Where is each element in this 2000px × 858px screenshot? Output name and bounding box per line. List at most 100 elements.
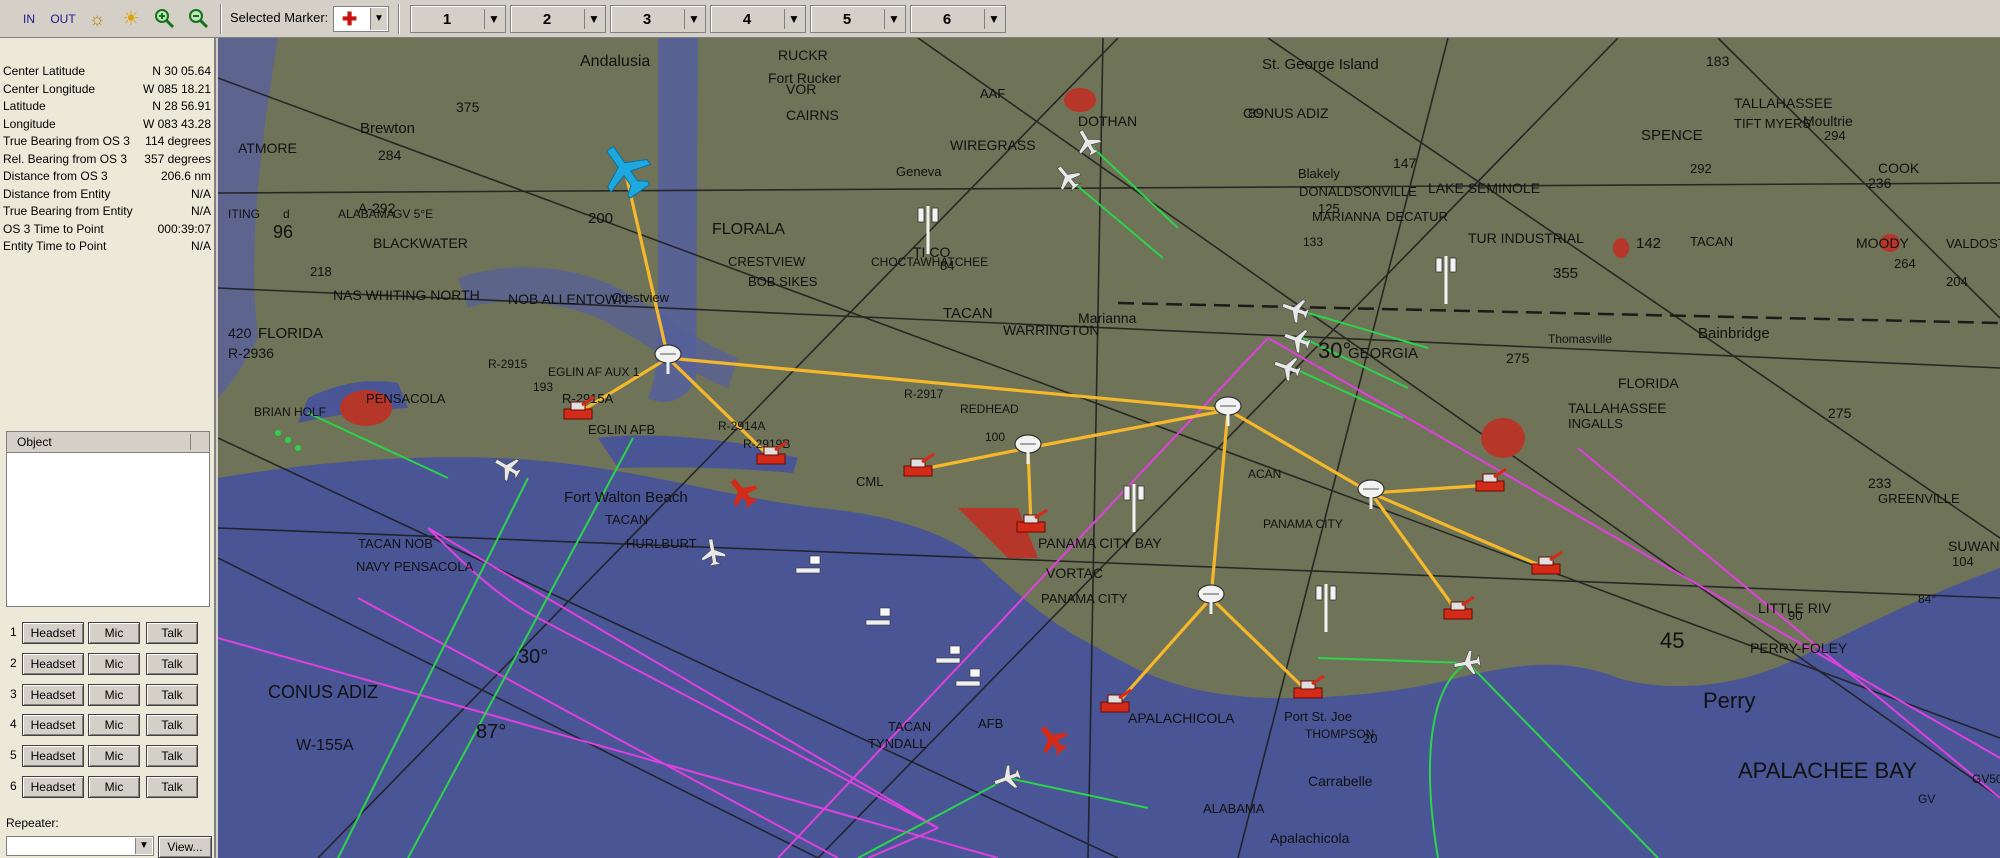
info-row: Center Longitude W 085 18.21 — [3, 82, 211, 99]
mic-button[interactable]: Mic — [88, 714, 140, 737]
map-label: DECATUR — [1386, 209, 1448, 224]
info-label: Distance from OS 3 — [3, 169, 108, 183]
map-label: LAKE SEMINOLE — [1428, 180, 1540, 196]
map-label: GEORGIA — [1348, 345, 1418, 362]
map-label: 90 — [1788, 608, 1802, 623]
map-label: GREENVILLE — [1878, 491, 1960, 506]
map-label: REDHEAD — [960, 402, 1019, 416]
map-label: ACAN — [1248, 467, 1281, 481]
chevron-down-icon[interactable]: ▼ — [484, 9, 503, 29]
map-label: PANAMA CITY BAY — [1038, 535, 1162, 551]
talk-button[interactable]: Talk — [146, 714, 198, 737]
mic-button[interactable]: Mic — [88, 745, 140, 768]
tab-3[interactable]: 3 ▼ — [610, 5, 706, 33]
map-label: PENSACOLA — [366, 391, 446, 406]
map-label: 30° — [1318, 338, 1351, 363]
info-label: True Bearing from OS 3 — [3, 134, 130, 148]
headset-button[interactable]: Headset — [22, 683, 84, 706]
info-value: 000:39:07 — [157, 221, 211, 236]
comm-row: 5 Headset Mic Talk — [0, 743, 216, 769]
zoom-out-button[interactable]: OUT — [48, 7, 78, 31]
chevron-down-icon[interactable]: ▼ — [984, 9, 1003, 29]
headset-button[interactable]: Headset — [22, 776, 84, 798]
headset-button[interactable]: Headset — [22, 622, 84, 644]
info-row: True Bearing from Entity N/A — [3, 204, 211, 221]
mic-button[interactable]: Mic — [88, 683, 140, 706]
map-label: 233 — [1868, 475, 1892, 491]
comm-row: 3 Headset Mic Talk — [0, 682, 216, 708]
repeater-select[interactable]: ▼ — [6, 836, 154, 856]
talk-button[interactable]: Talk — [146, 622, 198, 644]
chevron-down-icon[interactable]: ▼ — [584, 9, 603, 29]
map-label: SUWANNEE — [1948, 538, 2000, 554]
map-label: 264 — [1894, 256, 1916, 271]
map-label: W-155A — [296, 737, 354, 754]
magnify-plus-icon[interactable] — [152, 7, 176, 31]
map-label: MOODY — [1856, 235, 1910, 251]
selected-marker-dropdown[interactable]: ✚ ▼ — [333, 6, 389, 32]
mic-button[interactable]: Mic — [88, 776, 140, 798]
info-label: Center Latitude — [3, 64, 86, 78]
map-label: R-2917 — [904, 387, 944, 401]
map-label: R-2915 — [488, 357, 528, 371]
map-label: 275 — [1828, 405, 1852, 421]
talk-button[interactable]: Talk — [146, 745, 198, 768]
info-row: Rel. Bearing from OS 3 357 degrees — [3, 152, 211, 169]
map-label: FLORALA — [712, 221, 785, 238]
talk-button[interactable]: Talk — [146, 652, 198, 675]
map-label: 87° — [476, 721, 506, 743]
mic-button[interactable]: Mic — [88, 622, 140, 644]
map-label: TACAN — [888, 719, 931, 734]
map-label: NAS WHITING NORTH — [333, 287, 480, 303]
map-label: 84 — [940, 258, 954, 273]
info-value: N/A — [190, 204, 211, 218]
talk-button[interactable]: Talk — [146, 683, 198, 706]
comm-row: 6 Headset Mic Talk — [0, 774, 216, 800]
brightness-up-icon[interactable]: ☀ — [120, 7, 142, 31]
dropdown-arrow-icon: ▼ — [370, 8, 387, 30]
tactical-map[interactable]: Andalusia 375 RUCKR Fort Rucker VOR CAIRNS AAF… — [218, 38, 2000, 858]
map-label: R-2915A — [562, 391, 614, 406]
info-row: Latitude N 28 56.91 — [3, 99, 211, 116]
info-value: W 085 18.21 — [142, 81, 211, 96]
info-value: N/A — [190, 186, 211, 201]
chevron-down-icon[interactable]: ▼ — [684, 9, 703, 29]
tab-4[interactable]: 4 ▼ — [710, 5, 806, 33]
headset-button[interactable]: Headset — [22, 745, 84, 768]
view-button[interactable]: View... — [158, 836, 212, 858]
toolbar: IN OUT ☼ ☀ Selected Marker: ✚ ▼ 1 ▼ 2 ▼ 3 ▼… — [0, 0, 2000, 38]
tab-2[interactable]: 2 ▼ — [510, 5, 606, 33]
dropdown-arrow-icon: ▼ — [135, 838, 152, 854]
map-label: Crestview — [612, 290, 670, 305]
comm-row: 2 Headset Mic Talk — [0, 651, 216, 677]
brightness-down-icon[interactable]: ☼ — [86, 7, 108, 31]
object-column-header[interactable]: Object — [7, 432, 209, 453]
magnify-minus-icon[interactable] — [186, 7, 210, 31]
info-value: N 28 56.91 — [152, 99, 211, 113]
info-value: W 083 43.28 — [142, 116, 211, 131]
headset-button[interactable]: Headset — [22, 652, 84, 675]
mic-button[interactable]: Mic — [88, 652, 140, 675]
track-dot — [295, 445, 301, 451]
map-label: 84° — [1918, 592, 1936, 606]
zoom-in-button[interactable]: IN — [18, 7, 40, 31]
map-label: 20 — [1363, 731, 1377, 746]
map-label: 147 — [1393, 155, 1417, 171]
talk-button[interactable]: Talk — [146, 776, 198, 798]
object-list[interactable]: Object — [6, 431, 210, 607]
tab-1[interactable]: 1 ▼ — [410, 5, 506, 33]
info-value: 206.6 nm — [160, 169, 211, 183]
tab-label: 6 — [942, 11, 952, 28]
channel-number: 1 — [10, 625, 17, 639]
tab-6[interactable]: 6 ▼ — [910, 5, 1006, 33]
map-label: FLORIDA — [1618, 375, 1679, 391]
chevron-down-icon[interactable]: ▼ — [884, 9, 903, 29]
map-canvas[interactable]: Andalusia375RUCKRFort RuckerVORCAIRNSAAF… — [218, 38, 2000, 858]
map-label: GV 5°E — [393, 207, 433, 221]
headset-button[interactable]: Headset — [22, 714, 84, 737]
tab-5[interactable]: 5 ▼ — [810, 5, 906, 33]
column-divider[interactable] — [190, 434, 191, 450]
chevron-down-icon[interactable]: ▼ — [784, 9, 803, 29]
map-label: 200 — [588, 210, 613, 227]
map-label: BLACKWATER — [373, 235, 468, 251]
